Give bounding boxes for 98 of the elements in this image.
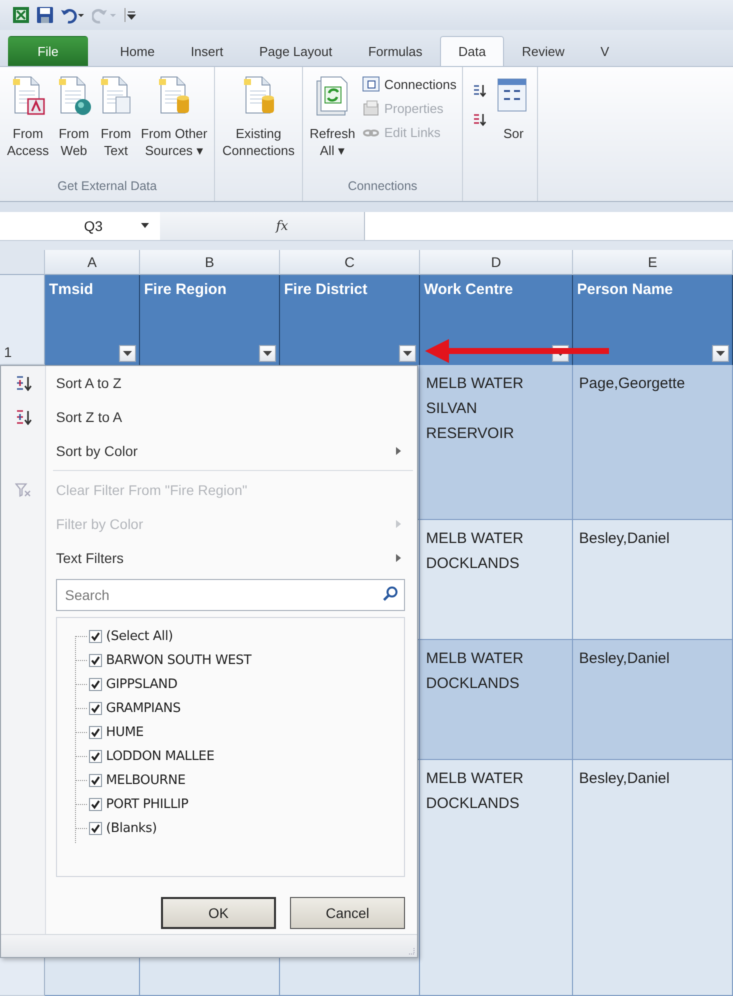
dropdown-icon[interactable] xyxy=(140,222,150,230)
search-icon[interactable] xyxy=(383,586,398,601)
checkbox-label[interactable]: PORT PHILLIP xyxy=(106,796,188,812)
sort-descending-icon[interactable] xyxy=(471,112,488,127)
checkbox[interactable] xyxy=(89,702,102,714)
check-icon xyxy=(91,728,100,736)
ribbon-button[interactable]: Sor xyxy=(493,71,534,146)
table-icon xyxy=(10,75,45,117)
menu-item[interactable]: Sort by Color xyxy=(1,434,417,468)
checkbox-label[interactable]: (Blanks) xyxy=(106,820,157,836)
ribbon-tab[interactable]: Data xyxy=(440,36,504,66)
checkbox[interactable] xyxy=(89,678,102,690)
checkbox-label[interactable]: GIPPSLAND xyxy=(106,676,178,692)
check-icon xyxy=(91,704,100,712)
check-icon xyxy=(91,752,100,760)
checkbox[interactable] xyxy=(89,750,102,762)
search-field[interactable]: Search xyxy=(56,579,405,611)
table-cell: MELB WATER SILVAN RESERVOIR xyxy=(420,365,573,520)
filter-button[interactable] xyxy=(259,345,276,362)
checkbox[interactable] xyxy=(89,726,102,738)
filter-button[interactable] xyxy=(399,345,416,362)
table-cell: MELB WATER DOCKLANDS xyxy=(420,640,573,760)
menu-item[interactable]: Text Filters xyxy=(1,541,417,575)
resize-grip[interactable] xyxy=(407,947,415,955)
checkbox-label[interactable]: BARWON SOUTH WEST xyxy=(106,652,252,668)
header-label: Fire Region xyxy=(144,281,227,298)
sort-ascending-icon xyxy=(15,375,32,391)
column-header[interactable]: E xyxy=(573,250,733,275)
checkbox-label[interactable]: GRAMPIANS xyxy=(106,700,181,716)
group-label: Connections xyxy=(346,179,418,195)
ribbon-button[interactable]: From Web xyxy=(54,71,94,163)
customize-icon[interactable] xyxy=(124,6,136,24)
search-input[interactable]: Search xyxy=(63,586,383,604)
menu-item[interactable]: Sort A to Z xyxy=(1,366,417,400)
connections-icon xyxy=(362,76,380,92)
refresh-icon xyxy=(315,75,350,117)
column-header[interactable]: C xyxy=(280,250,420,275)
cancel-button[interactable]: Cancel xyxy=(290,897,405,929)
filter-button[interactable] xyxy=(712,345,729,362)
header-label: Tmsid xyxy=(49,281,94,298)
table-cell: MELB WATER DOCKLANDS xyxy=(420,520,573,640)
check-icon xyxy=(91,632,100,640)
table-cell: MELB WATER DOCKLANDS xyxy=(420,760,573,996)
column-header[interactable]: D xyxy=(420,250,573,275)
ribbon-button[interactable]: Existing Connections xyxy=(219,71,298,163)
ribbon-tab[interactable]: Insert xyxy=(172,36,242,66)
properties-icon xyxy=(362,100,380,116)
ribbon-button[interactable]: From Text xyxy=(96,71,136,163)
ribbon-button[interactable]: Refresh All ▾ xyxy=(306,71,358,163)
group-label: Get External Data xyxy=(56,179,158,195)
filter-button[interactable] xyxy=(119,345,136,362)
globe-icon xyxy=(56,75,91,117)
clear-filter-icon xyxy=(15,482,32,498)
ok-button[interactable]: OK xyxy=(161,897,276,929)
ribbon-button[interactable]: From Access xyxy=(4,71,52,163)
ribbon-tab[interactable]: Review xyxy=(504,36,582,66)
ribbon-tab[interactable]: Page Layout xyxy=(241,36,350,66)
ribbon-tab[interactable]: V xyxy=(582,36,628,66)
menu-item[interactable]: Sort Z to A xyxy=(1,400,417,434)
sort-descending-icon xyxy=(15,409,32,425)
column-header[interactable]: A xyxy=(45,250,140,275)
checkbox[interactable] xyxy=(89,798,102,810)
dropdown-icon xyxy=(123,350,132,356)
checkbox-label[interactable]: LODDON MALLEE xyxy=(106,748,214,764)
checkbox[interactable] xyxy=(89,654,102,666)
app-icon[interactable] xyxy=(12,6,30,24)
table-cell: Besley,Daniel xyxy=(573,760,733,996)
header-label: Person Name xyxy=(577,281,673,298)
check-icon xyxy=(91,656,100,664)
check-icon xyxy=(91,800,100,808)
dropdown-icon xyxy=(716,350,725,356)
ribbon-button[interactable]: From Other Sources ▾ xyxy=(138,71,210,163)
dropdown-icon xyxy=(263,350,272,356)
table-cell: Page,Georgette xyxy=(573,365,733,520)
checkbox[interactable] xyxy=(89,774,102,786)
checkbox[interactable] xyxy=(89,822,102,834)
header-label: Fire District xyxy=(284,281,368,298)
checkbox[interactable] xyxy=(89,630,102,642)
checkbox-label[interactable]: HUME xyxy=(106,724,144,740)
checkbox-label[interactable]: MELBOURNE xyxy=(106,772,186,788)
column-header[interactable]: B xyxy=(140,250,280,275)
check-icon xyxy=(91,680,100,688)
table-cell: Besley,Daniel xyxy=(573,520,733,640)
checkbox-label[interactable]: (Select All) xyxy=(106,628,173,644)
table-cell: Besley,Daniel xyxy=(573,640,733,760)
insert-function-button[interactable]: fx xyxy=(276,218,288,234)
ribbon-tab[interactable]: Home xyxy=(102,36,173,66)
row-header[interactable]: 1 xyxy=(0,275,45,365)
check-icon xyxy=(91,776,100,784)
check-icon xyxy=(91,824,100,832)
ribbon-tab[interactable]: Formulas xyxy=(350,36,440,66)
save-icon[interactable] xyxy=(36,6,54,24)
ribbon-button[interactable]: Connections xyxy=(360,75,458,93)
sort-ascending-icon[interactable] xyxy=(471,83,488,98)
dropdown-icon xyxy=(403,350,412,356)
undo-icon[interactable] xyxy=(60,6,86,24)
file-tab[interactable]: File xyxy=(8,36,88,66)
header-label: Work Centre xyxy=(424,281,513,298)
